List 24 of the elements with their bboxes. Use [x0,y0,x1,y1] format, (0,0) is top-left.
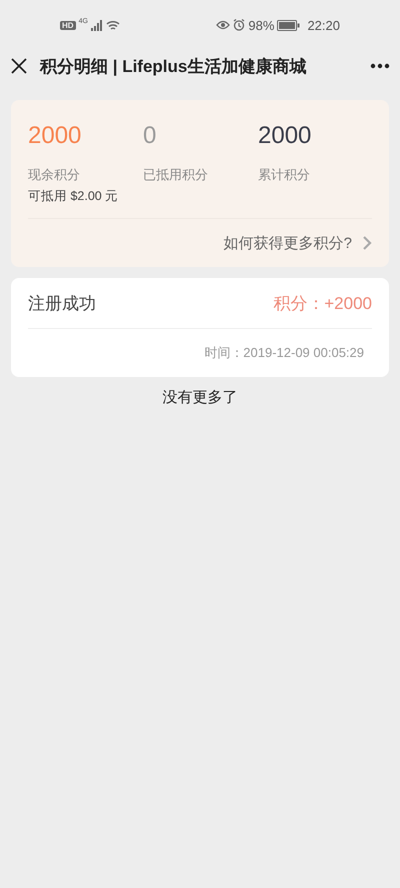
signal-icon [90,20,103,30]
page-title: 积分明细 | Lifeplus生活加健康商城 [40,56,308,78]
redeem-value-note: 可抵用 $2.00 元 [28,188,120,205]
record-points: 积分：+2000 [273,292,372,314]
chevron-right-icon [362,235,372,251]
battery-percent: 98% [248,18,274,32]
record-title: 注册成功 [28,292,96,314]
battery-icon [277,20,300,30]
no-more-text: 没有更多了 [162,388,238,407]
alarm-icon [233,19,246,31]
wifi-icon [106,20,120,30]
points-label: 现余积分 [28,166,81,184]
points-value: 0 [143,121,158,151]
points-value: 2000 [258,121,312,151]
record-time: 时间：2019-12-09 00:05:29 [204,344,364,362]
points-label: 累计积分 [258,166,311,184]
hd-icon: HD [60,20,76,30]
points-value: 2000 [28,121,82,151]
more-button[interactable] [370,63,390,69]
close-button[interactable] [10,57,28,75]
eye-icon [216,20,230,30]
earn-points-link[interactable]: 如何获得更多积分? [28,219,372,267]
clock-time: 22:20 [307,18,340,32]
points-label: 已抵用积分 [143,166,209,184]
